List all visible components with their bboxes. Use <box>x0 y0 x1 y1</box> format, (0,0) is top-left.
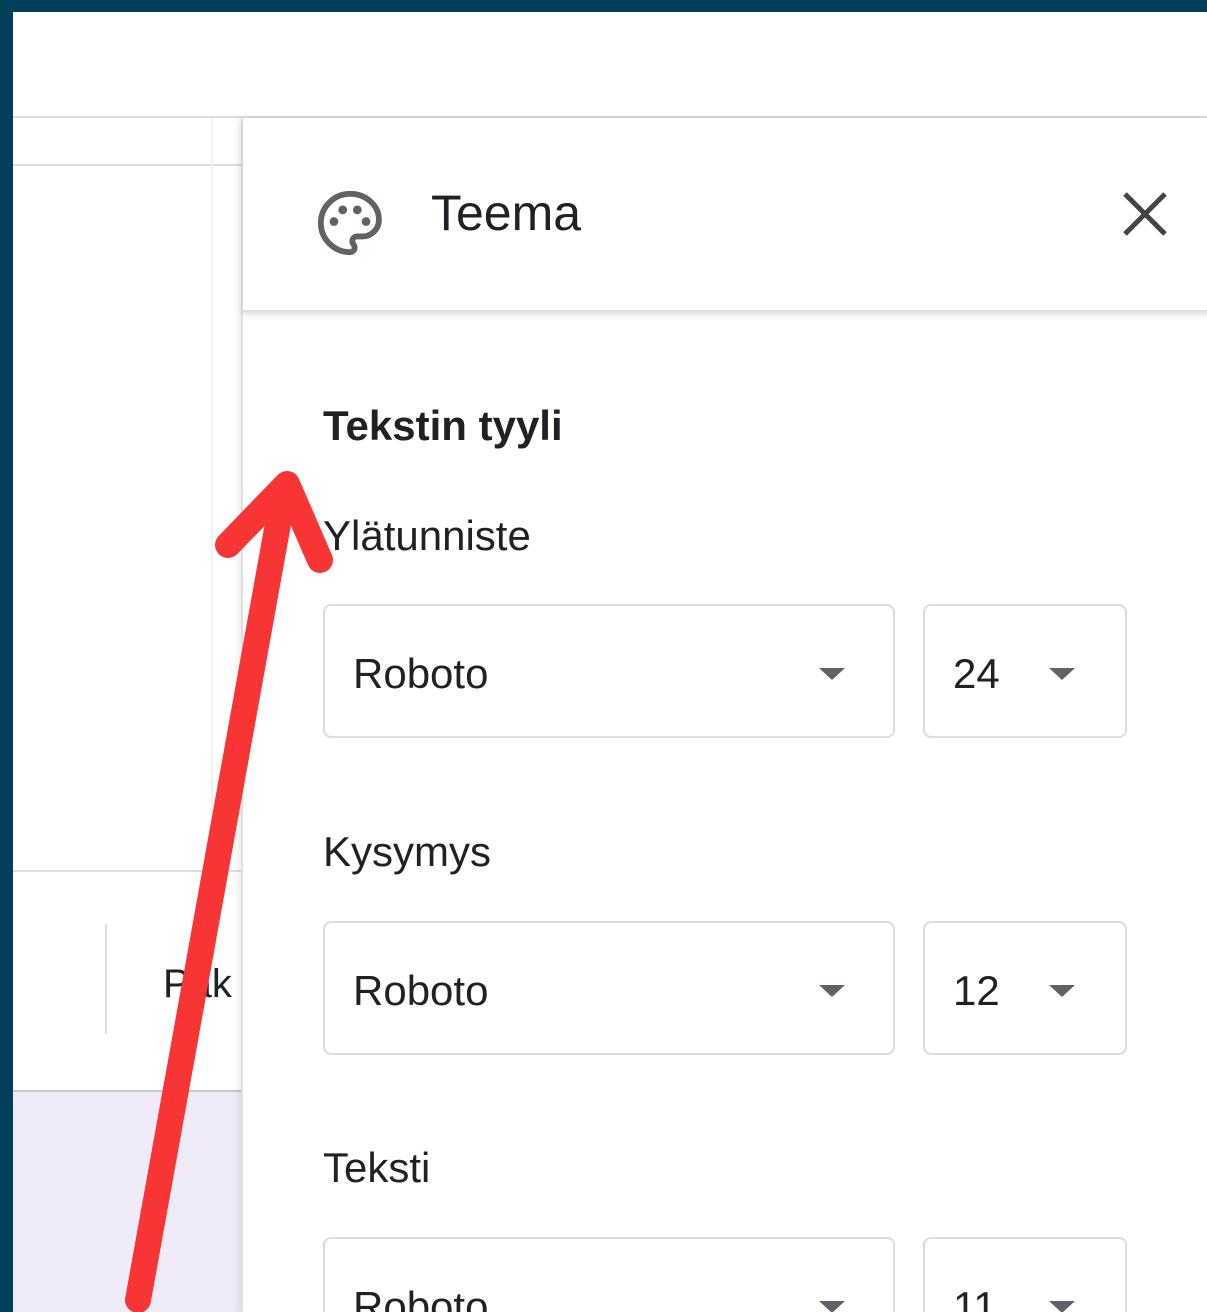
text-size-select[interactable]: 11 <box>923 1237 1127 1312</box>
chevron-down-icon <box>819 668 845 680</box>
toolbar-partial-label[interactable]: Pak <box>163 962 232 1007</box>
question-size-value: 12 <box>953 967 1000 1014</box>
close-icon[interactable] <box>1115 184 1175 244</box>
text-font-value: Roboto <box>353 1283 489 1312</box>
text-size-value: 11 <box>953 1283 997 1312</box>
chevron-down-icon <box>1049 985 1075 997</box>
chevron-down-icon <box>819 1301 845 1312</box>
text-style-heading: Tekstin tyyli <box>323 402 563 449</box>
question-size-select[interactable]: 12 <box>923 921 1127 1055</box>
toolbar-divider-top <box>13 870 243 872</box>
question-font-select[interactable]: Roboto <box>323 921 895 1055</box>
toolbar-separator <box>105 924 107 1034</box>
header-font-value: Roboto <box>353 650 489 697</box>
content-divider <box>13 164 243 166</box>
content-edge <box>211 118 213 878</box>
header-size-value: 24 <box>953 650 1000 697</box>
header-style-label: Ylätunniste <box>323 512 531 559</box>
app-screen: Pak Teema Tekstin tyyli Ylätunniste Robo… <box>13 12 1207 1312</box>
theme-panel: Teema Tekstin tyyli Ylätunniste Roboto 2… <box>241 118 1207 1312</box>
chevron-down-icon <box>1049 1301 1075 1312</box>
question-font-value: Roboto <box>353 967 489 1014</box>
palette-icon <box>317 190 382 256</box>
theme-panel-header: Teema <box>243 118 1207 312</box>
panel-title: Teema <box>431 185 582 241</box>
text-font-select[interactable]: Roboto <box>323 1237 895 1312</box>
header-font-select[interactable]: Roboto <box>323 604 895 738</box>
text-style-label: Teksti <box>323 1144 431 1191</box>
form-background <box>13 1092 243 1312</box>
chevron-down-icon <box>1049 668 1075 680</box>
chevron-down-icon <box>819 985 845 997</box>
question-style-label: Kysymys <box>323 828 491 875</box>
header-size-select[interactable]: 24 <box>923 604 1127 738</box>
